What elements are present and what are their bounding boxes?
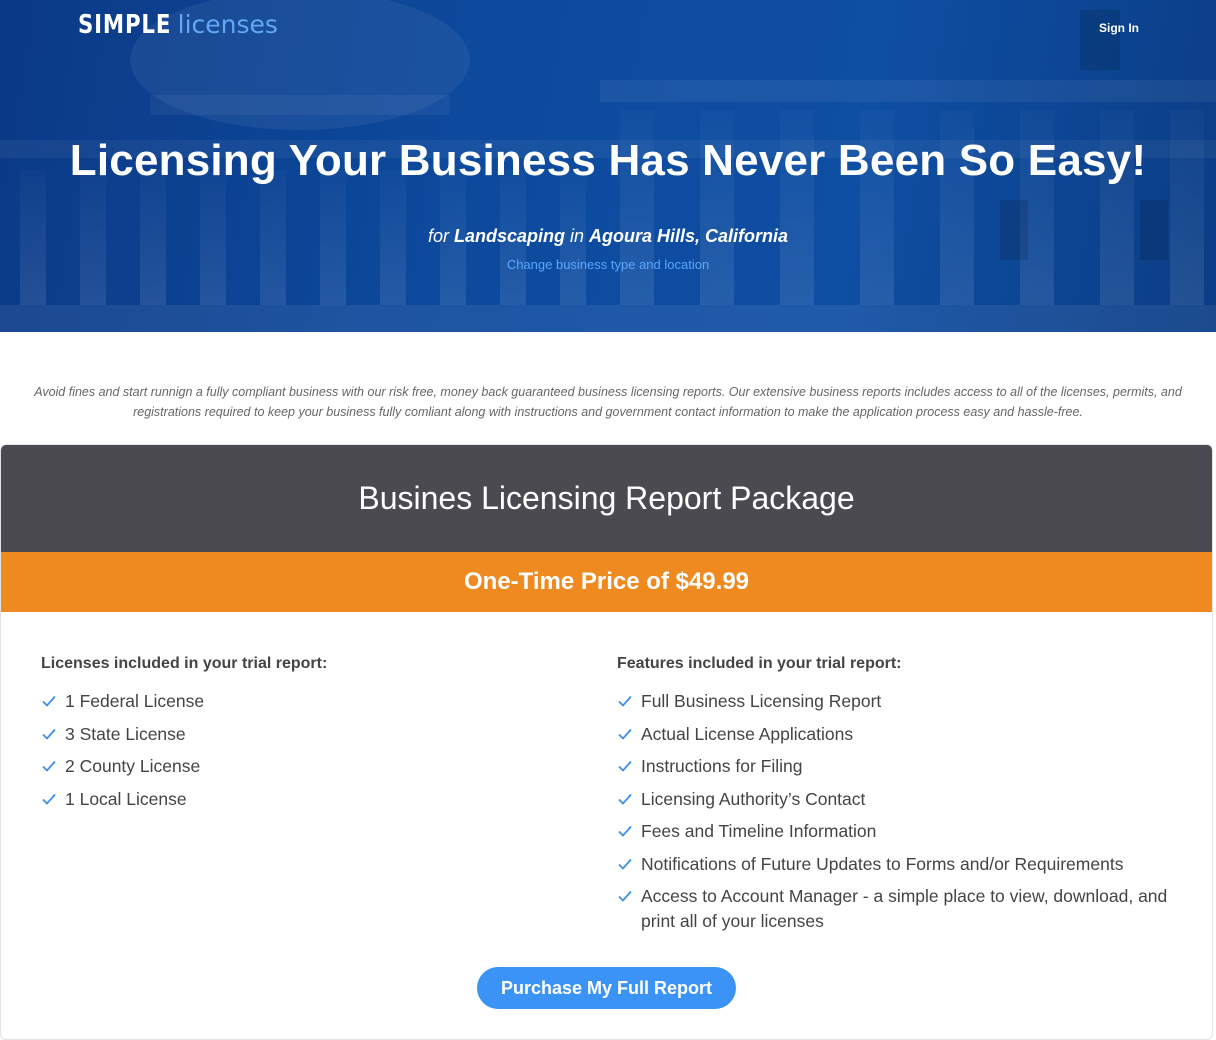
price-bar: One-Time Price of $49.99 — [1, 552, 1212, 612]
for-word: for — [427, 226, 449, 246]
licenses-column: Licenses included in your trial report: … — [41, 655, 581, 819]
feature-label: Full Business Licensing Report — [641, 691, 882, 711]
check-icon — [42, 695, 56, 707]
license-label: 1 Local License — [65, 788, 187, 809]
check-icon — [42, 728, 56, 740]
package-title: Busines Licensing Report Package — [358, 480, 855, 516]
check-icon — [618, 890, 632, 902]
business-type: Landscaping — [453, 226, 565, 246]
logo-simple-text: SIMPLE — [78, 10, 172, 40]
licenses-list: 1 Federal License 3 State License 2 Coun… — [41, 689, 581, 812]
feature-label: Licensing Authority’s Contact — [641, 788, 866, 809]
list-item: Instructions for Filing — [617, 754, 1177, 779]
purchase-button[interactable]: Purchase My Full Report — [477, 967, 736, 1009]
logo-licenses-text: licenses — [177, 10, 278, 39]
package-header: Busines Licensing Report Package — [1, 445, 1212, 552]
license-label: 1 Federal License — [65, 691, 205, 711]
list-item: 3 State License — [41, 722, 581, 747]
logo[interactable]: SIMPLE licenses — [78, 10, 278, 44]
sign-in-link[interactable]: Sign In — [1099, 21, 1139, 35]
list-item: Access to Account Manager - a simple pla… — [617, 884, 1177, 934]
check-icon — [42, 760, 56, 772]
features-list: Full Business Licensing Report Actual Li… — [617, 689, 1177, 934]
business-context: for Landscaping in Agoura Hills, Califor… — [0, 226, 1216, 247]
feature-label: Fees and Timeline Information — [641, 821, 877, 841]
feature-label: Notifications of Future Updates to Forms… — [641, 853, 1124, 874]
list-item: 1 Federal License — [41, 689, 581, 714]
hero-banner: SIMPLE licenses Sign In Licensing Your B… — [0, 0, 1216, 332]
license-label: 2 County License — [65, 756, 201, 776]
check-icon — [618, 760, 632, 772]
list-item: 1 Local License — [41, 787, 581, 812]
feature-label: Instructions for Filing — [641, 756, 803, 776]
licenses-heading: Licenses included in your trial report: — [41, 655, 328, 672]
check-icon — [618, 858, 632, 870]
list-item: Actual License Applications — [617, 722, 1177, 747]
list-item: Full Business Licensing Report — [617, 689, 1177, 714]
in-word: in — [570, 226, 585, 246]
check-icon — [42, 793, 56, 805]
feature-label: Access to Account Manager - a simple pla… — [641, 886, 1168, 931]
check-icon — [618, 793, 632, 805]
list-item: Fees and Timeline Information — [617, 819, 1177, 844]
change-business-link[interactable]: Change business type and location — [0, 257, 1216, 272]
package-card: Busines Licensing Report Package One-Tim… — [0, 444, 1213, 1040]
intro-text: Avoid fines and start runnign a fully co… — [34, 385, 1182, 419]
hero-title: Licensing Your Business Has Never Been S… — [69, 136, 1147, 185]
check-icon — [618, 825, 632, 837]
features-heading: Features included in your trial report: — [617, 655, 902, 672]
list-item: Notifications of Future Updates to Forms… — [617, 852, 1177, 877]
feature-label: Actual License Applications — [641, 723, 854, 744]
price-label: One-Time Price of $49.99 — [463, 568, 750, 595]
features-column: Features included in your trial report: … — [617, 655, 1177, 942]
check-icon — [618, 728, 632, 740]
check-icon — [618, 695, 632, 707]
business-location: Agoura Hills, California — [589, 226, 789, 246]
list-item: Licensing Authority’s Contact — [617, 787, 1177, 812]
license-label: 3 State License — [65, 723, 186, 744]
list-item: 2 County License — [41, 754, 581, 779]
